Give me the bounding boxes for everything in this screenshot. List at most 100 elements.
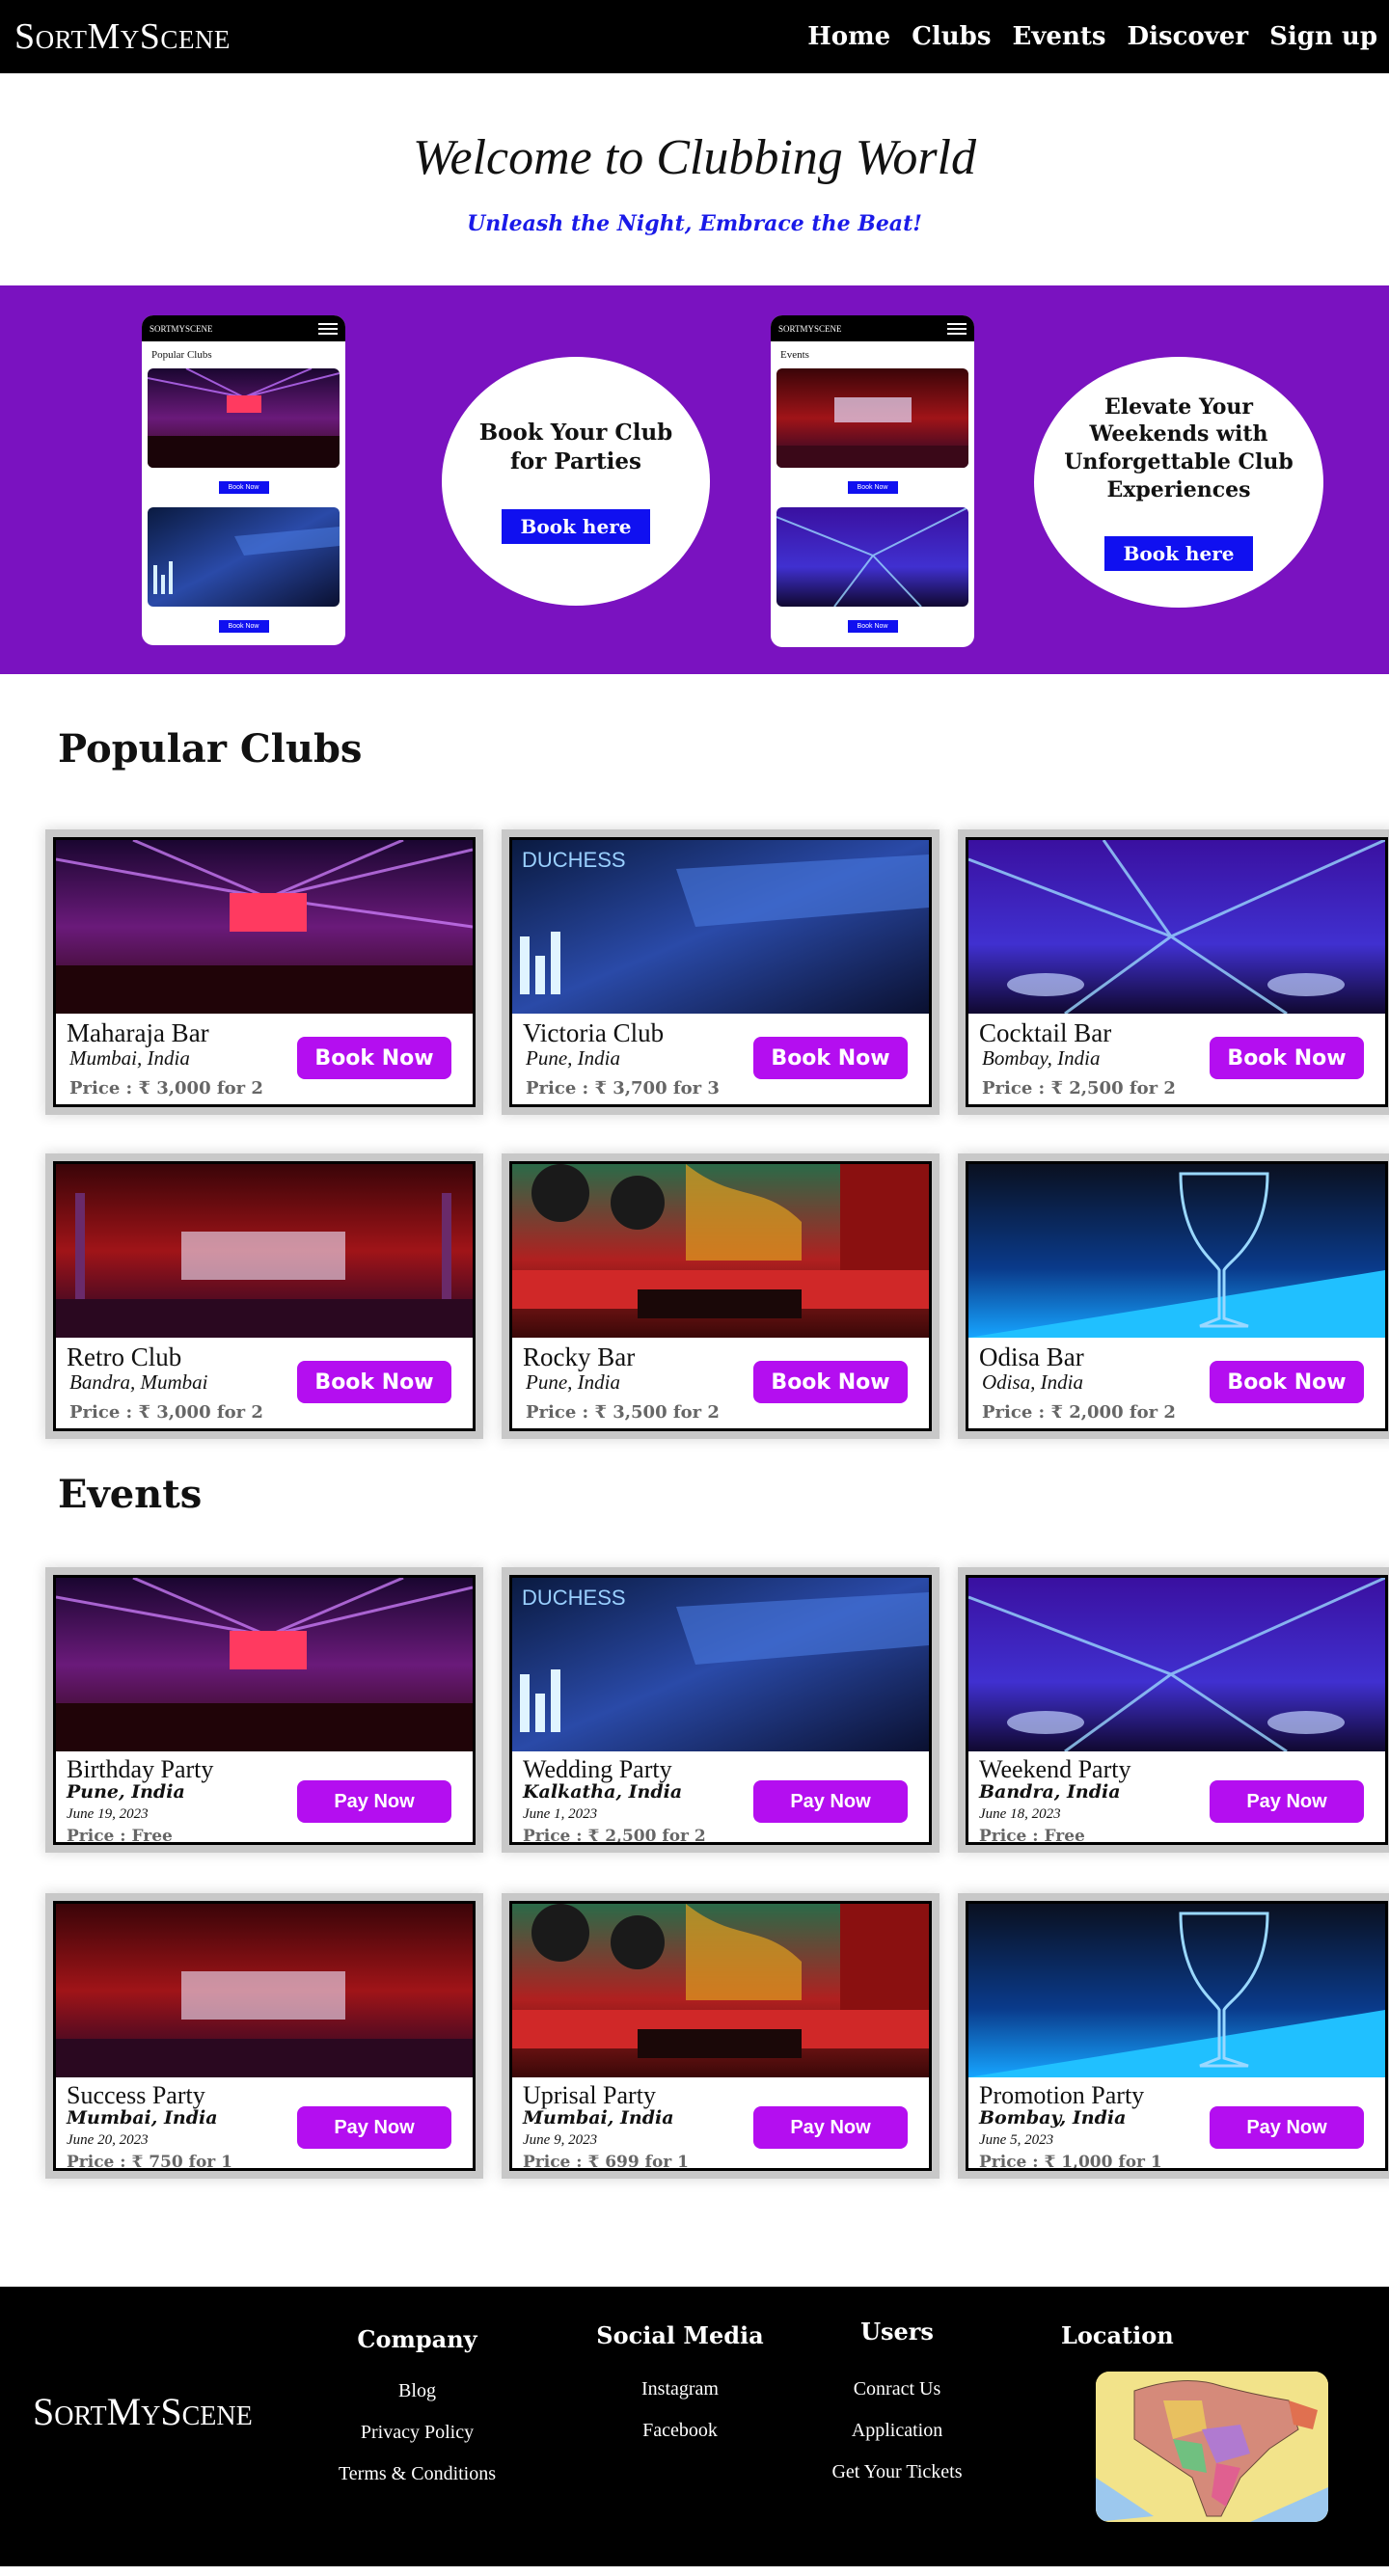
club-image: DUCHESS [512,840,929,1014]
footer-logo[interactable]: SortMyScene [33,2389,253,2434]
footer-company: Company Blog Privacy Policy Terms & Cond… [318,2325,516,2485]
phone-club-image [148,507,340,607]
event-price: Price : ₹ 1,000 for 1 [979,2152,1162,2171]
clubs-heading: Popular Clubs [58,726,363,772]
event-name: Weekend Party [979,1755,1131,1783]
footer-heading: Users [860,2318,934,2346]
phone-book-button[interactable]: Book Now [847,481,898,494]
phone-title: Events [780,349,809,361]
nav-home-link[interactable]: Home [807,22,890,51]
club-price: Price : ₹ 3,000 for 2 [69,1402,263,1424]
footer-link-blog[interactable]: Blog [318,2380,516,2402]
club-image [512,1164,929,1338]
phone-mockup-events: SORTMYSCENE Events Book Now Book Now [771,315,974,647]
event-name: Success Party [67,2081,205,2109]
site-logo[interactable]: SortMyScene [14,15,231,58]
top-nav: SortMyScene Home Clubs Events Discover S… [0,0,1389,73]
elevate-weekends-circle: Elevate Your Weekends with Unforgettable… [1034,357,1323,608]
event-price: Price : ₹ 2,500 for 2 [523,1826,706,1845]
book-here-button[interactable]: Book here [1103,536,1254,572]
phone-brand: SORTMYSCENE [150,323,213,334]
book-now-button[interactable]: Book Now [1210,1361,1364,1403]
footer-link-privacy[interactable]: Privacy Policy [318,2422,516,2444]
menu-icon [947,322,967,335]
book-here-button[interactable]: Book here [501,508,651,544]
club-card: Rocky Bar Pune, India Price : ₹ 3,500 fo… [509,1161,932,1431]
welcome-section: Welcome to Clubbing World Unleash the Ni… [0,73,1389,285]
clubs-grid: Maharaja Bar Mumbai, India Price : ₹ 3,0… [0,837,1389,1431]
footer-link-tickets[interactable]: Get Your Tickets [820,2461,974,2483]
svg-text:DUCHESS: DUCHESS [522,1586,626,1610]
club-image [968,840,1385,1014]
club-card: Maharaja Bar Mumbai, India Price : ₹ 3,0… [53,837,476,1107]
page-subtitle: Unleash the Night, Embrace the Beat! [467,211,922,236]
phone-club-image [148,368,340,468]
phone-header: SORTMYSCENE [142,315,345,341]
pay-now-button[interactable]: Pay Now [297,1780,451,1823]
page-title: Welcome to Clubbing World [412,130,977,185]
footer-link-instagram[interactable]: Instagram [588,2378,772,2400]
phone-book-button[interactable]: Book Now [847,620,898,633]
club-price: Price : ₹ 3,000 for 2 [69,1078,263,1099]
site-footer: SortMyScene Company Blog Privacy Policy … [0,2287,1389,2566]
event-card: Weekend Party Bandra, India June 18, 202… [966,1575,1388,1845]
event-card: Uprisal Party Mumbai, India June 9, 2023… [509,1901,932,2171]
event-name: Birthday Party [67,1755,214,1783]
event-name: Promotion Party [979,2081,1145,2109]
footer-link-facebook[interactable]: Facebook [588,2420,772,2442]
event-image [968,1904,1385,2077]
event-image: DUCHESS [512,1578,929,1751]
footer-heading: Company [357,2325,477,2353]
book-now-button[interactable]: Book Now [753,1037,908,1079]
book-club-circle: Book Your Club for Parties Book here [442,357,710,606]
pay-now-button[interactable]: Pay Now [753,2106,908,2149]
popular-clubs-section: Popular Clubs Maharaja Bar Mumbai, India… [0,674,1389,1431]
phone-book-button[interactable]: Book Now [218,620,269,633]
footer-location: Location [1061,2321,1174,2349]
footer-users: Users Conract Us Application Get Your Ti… [820,2318,974,2483]
event-price: Price : ₹ 750 for 1 [67,2152,232,2171]
event-image [56,1578,473,1751]
phone-event-image [776,368,968,468]
event-card: Birthday Party Pune, India June 19, 2023… [53,1575,476,1845]
club-price: Price : ₹ 2,500 for 2 [982,1078,1176,1099]
pay-now-button[interactable]: Pay Now [1210,2106,1364,2149]
book-now-button[interactable]: Book Now [297,1361,451,1403]
event-price: Price : ₹ 699 for 1 [523,2152,689,2171]
phone-event-image [776,507,968,607]
footer-heading: Social Media [596,2321,764,2349]
phone-book-button[interactable]: Book Now [218,481,269,494]
pay-now-button[interactable]: Pay Now [753,1780,908,1823]
svg-text:DUCHESS: DUCHESS [522,848,626,872]
footer-link-terms[interactable]: Terms & Conditions [318,2463,516,2485]
pay-now-button[interactable]: Pay Now [1210,1780,1364,1823]
events-grid: Birthday Party Pune, India June 19, 2023… [0,1575,1389,2171]
club-price: Price : ₹ 2,000 for 2 [982,1402,1176,1424]
club-card: Odisa Bar Odisa, India Price : ₹ 2,000 f… [966,1161,1388,1431]
nav-discover-link[interactable]: Discover [1128,22,1249,51]
book-now-button[interactable]: Book Now [1210,1037,1364,1079]
location-map[interactable] [1096,2372,1328,2522]
club-card: Retro Club Bandra, Mumbai Price : ₹ 3,00… [53,1161,476,1431]
club-image [56,1164,473,1338]
events-section: Events Birthday Party Pune, India June 1… [0,1431,1389,2171]
event-image [56,1904,473,2077]
book-now-button[interactable]: Book Now [753,1361,908,1403]
event-price: Price : Free [67,1826,173,1845]
footer-heading: Location [1061,2321,1174,2349]
footer-link-contact[interactable]: Conract Us [820,2378,974,2400]
club-price: Price : ₹ 3,700 for 3 [526,1078,720,1099]
club-image [968,1164,1385,1338]
nav-events-link[interactable]: Events [1013,22,1106,51]
club-card: Cocktail Bar Bombay, India Price : ₹ 2,5… [966,837,1388,1107]
footer-link-application[interactable]: Application [820,2420,974,2442]
event-card: DUCHESS Wedding Party Kalkatha, India Ju… [509,1575,932,1845]
nav-clubs-link[interactable]: Clubs [912,22,991,51]
phone-mockup-clubs: SORTMYSCENE Popular Clubs Book Now Book … [142,315,345,645]
pay-now-button[interactable]: Pay Now [297,2106,451,2149]
footer-social: Social Media Instagram Facebook [588,2321,772,2442]
circle-heading: Elevate Your Weekends with Unforgettable… [1064,393,1294,502]
book-now-button[interactable]: Book Now [297,1037,451,1079]
nav-signup-link[interactable]: Sign up [1269,22,1377,51]
nav-links: Home Clubs Events Discover Sign up [807,22,1377,51]
